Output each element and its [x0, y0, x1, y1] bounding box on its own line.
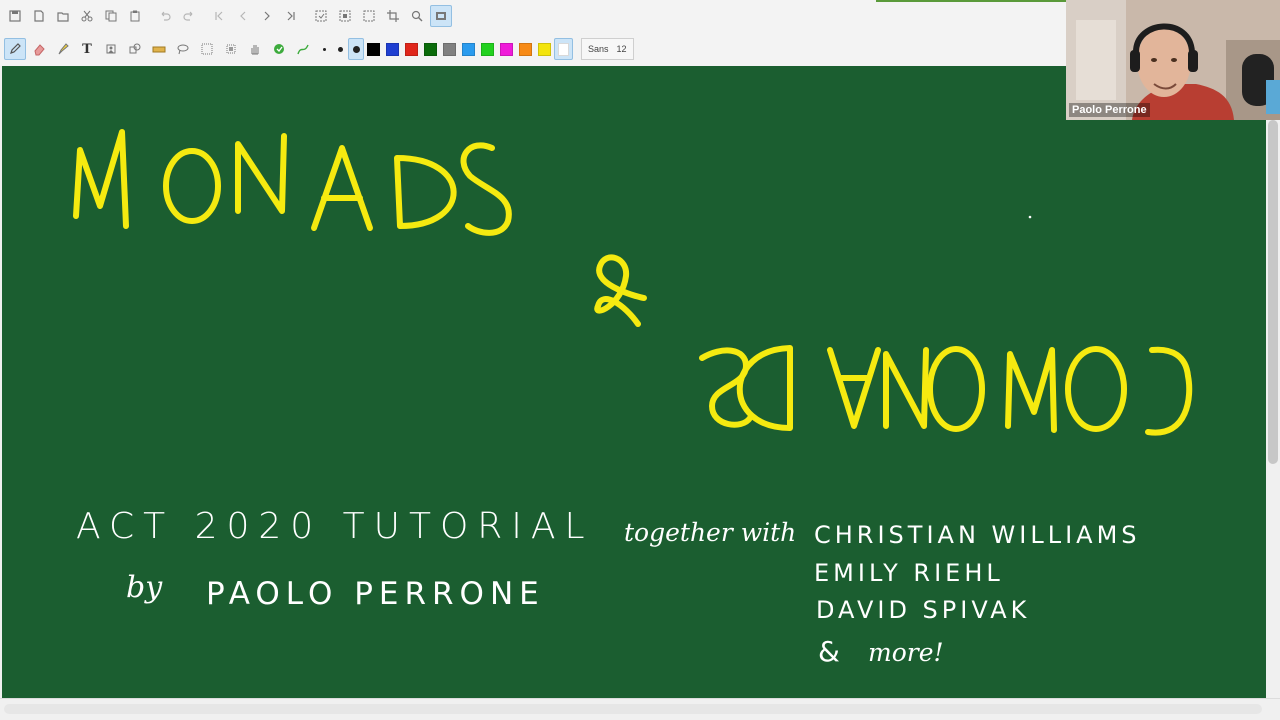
eraser-icon[interactable] — [28, 38, 50, 60]
color-swatch-7[interactable] — [497, 38, 516, 60]
color-swatch-0[interactable] — [364, 38, 383, 60]
color-swatch-8[interactable] — [516, 38, 535, 60]
save-icon[interactable] — [4, 5, 26, 27]
webcam-name-label: Paolo Perrone — [1069, 103, 1150, 117]
last-page-icon[interactable] — [280, 5, 302, 27]
thin-stroke-option[interactable] — [316, 38, 332, 60]
color-swatch-fill — [405, 42, 418, 56]
subtitle-by: by — [126, 570, 163, 605]
color-swatch-fill — [500, 42, 513, 56]
color-swatch-6[interactable] — [478, 38, 497, 60]
board-drawing — [73, 129, 1193, 436]
redo-icon[interactable] — [178, 5, 200, 27]
select-icon[interactable] — [334, 5, 356, 27]
spline-icon[interactable] — [292, 38, 314, 60]
color-swatch-fill — [519, 42, 532, 56]
region-icon[interactable] — [220, 38, 242, 60]
crop-icon[interactable] — [382, 5, 404, 27]
font-size: 12 — [616, 44, 627, 54]
select-region-icon[interactable] — [358, 5, 380, 27]
color-swatch-2[interactable] — [402, 38, 421, 60]
vertical-scrollbar-thumb[interactable] — [1268, 120, 1278, 464]
stamp-icon[interactable] — [100, 38, 122, 60]
text-icon[interactable]: T — [76, 38, 98, 60]
subtitle-author: PAOLO PERRONE — [206, 576, 545, 612]
whiteboard-canvas[interactable]: ACT 2020 TUTORIAL by PAOLO PERRONE toget… — [2, 66, 1266, 698]
thick-stroke-option[interactable] — [348, 38, 364, 60]
and-more-label: more! — [868, 638, 944, 667]
toolbar-row-file-nav — [4, 1, 454, 31]
fit-icon[interactable] — [430, 5, 452, 27]
color-swatch-fill — [443, 42, 456, 56]
undo-icon[interactable] — [154, 5, 176, 27]
color-swatch-4[interactable] — [440, 38, 459, 60]
color-swatch-fill — [558, 42, 569, 56]
together-with-label: together with — [624, 518, 797, 547]
cut-icon[interactable] — [76, 5, 98, 27]
shape-icon[interactable] — [124, 38, 146, 60]
color-swatch-fill — [367, 42, 380, 56]
paste-icon[interactable] — [124, 5, 146, 27]
prev-page-icon[interactable] — [232, 5, 254, 27]
medium-stroke-option[interactable] — [332, 38, 348, 60]
bottom-status-strip — [0, 698, 1280, 720]
toolbar-row-tools: T Sans 12 — [4, 34, 634, 64]
fill-icon[interactable] — [268, 38, 290, 60]
color-swatch-fill — [424, 42, 437, 56]
open-icon[interactable] — [52, 5, 74, 27]
vertical-scrollbar[interactable] — [1266, 66, 1280, 698]
select-all-icon[interactable] — [310, 5, 332, 27]
zoom-icon[interactable] — [406, 5, 428, 27]
color-swatch-5[interactable] — [459, 38, 478, 60]
new-page-icon[interactable] — [28, 5, 50, 27]
title-monads — [73, 129, 512, 236]
ampersand-mark — [594, 254, 647, 327]
highlighter-icon[interactable] — [52, 38, 74, 60]
collaborator-0: CHRISTIAN WILLIAMS — [814, 521, 1141, 549]
font-name: Sans — [588, 44, 609, 54]
color-swatch-9[interactable] — [535, 38, 554, 60]
lasso-icon[interactable] — [172, 38, 194, 60]
stray-dot — [1028, 215, 1032, 219]
title-comonads-mirrored — [699, 345, 1193, 436]
collaborator-1: EMILY RIEHL — [814, 559, 1004, 587]
color-swatch-fill — [538, 42, 551, 56]
next-page-icon[interactable] — [256, 5, 278, 27]
copy-icon[interactable] — [100, 5, 122, 27]
color-swatch-10[interactable] — [554, 38, 573, 60]
ruler-icon[interactable] — [148, 38, 170, 60]
webcam-video — [1066, 0, 1280, 120]
pattern-icon[interactable] — [196, 38, 218, 60]
first-page-icon[interactable] — [208, 5, 230, 27]
hand-icon[interactable] — [244, 38, 266, 60]
color-swatch-fill — [462, 42, 475, 56]
subtitle-line1: ACT 2020 TUTORIAL — [76, 506, 594, 547]
color-palette — [364, 38, 573, 60]
collaborator-2: DAVID SPIVAK — [816, 596, 1031, 624]
pen-icon[interactable] — [4, 38, 26, 60]
color-swatch-3[interactable] — [421, 38, 440, 60]
color-swatch-fill — [481, 42, 494, 56]
webcam-overlay: Paolo Perrone — [1066, 0, 1280, 120]
font-selector[interactable]: Sans 12 — [581, 38, 634, 60]
color-swatch-1[interactable] — [383, 38, 402, 60]
toolbar-accent-line — [876, 0, 1066, 2]
and-more-ampersand: & — [818, 635, 840, 668]
horizontal-scrollbar[interactable] — [4, 704, 1262, 714]
color-swatch-fill — [386, 42, 399, 56]
